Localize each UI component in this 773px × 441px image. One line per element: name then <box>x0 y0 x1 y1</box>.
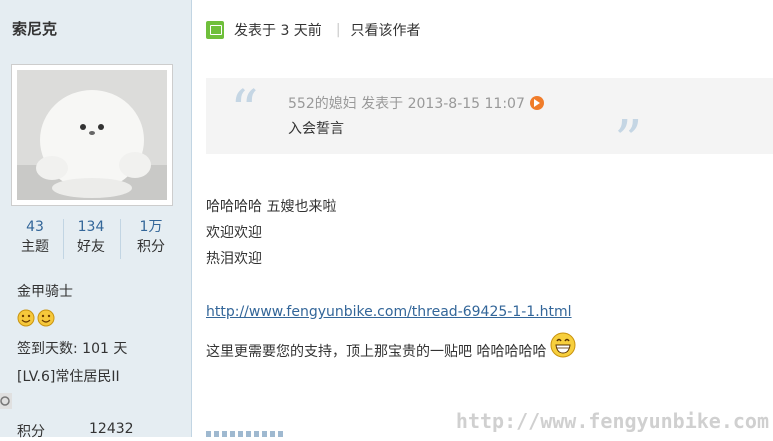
stat-friends[interactable]: 134 好友 <box>66 217 116 257</box>
stat-friends-value: 134 <box>77 219 105 235</box>
checkin-days: 签到天数: 101 天 <box>17 341 128 357</box>
medals <box>17 309 57 331</box>
stat-topics-label: 主题 <box>21 239 49 255</box>
post-line: 欢迎欢迎 <box>206 225 262 241</box>
support-line: 这里更需要您的支持，顶上那宝贵的一贴吧 哈哈哈哈哈 <box>206 332 576 364</box>
header-divider: | <box>335 22 341 38</box>
quote-author-time: 552的媳妇 发表于 2013-8-15 11:07 <box>288 96 525 112</box>
post-line: 哈哈哈哈 五嫂也来啦 <box>206 199 337 215</box>
goto-post-icon[interactable] <box>529 96 544 110</box>
cutoff-link <box>206 431 286 437</box>
quote-text: 入会誓言 <box>288 121 344 137</box>
smiley-medal-icon[interactable] <box>17 309 35 327</box>
quote-meta: 552的媳妇 发表于 2013-8-15 11:07 <box>288 93 544 113</box>
stat-points-label: 积分 <box>137 239 165 255</box>
stat-points[interactable]: 1万 积分 <box>126 217 176 257</box>
open-quote-icon: “ <box>230 79 259 144</box>
stat-divider <box>63 219 64 259</box>
author-stats: 43 主题 134 好友 1万 积分 <box>10 217 165 261</box>
stat-divider <box>120 219 121 259</box>
only-author-link[interactable]: 只看该作者 <box>351 20 421 40</box>
close-quote-icon: ” <box>614 109 643 174</box>
avatar-image <box>17 70 167 200</box>
quote-block: “ ” 552的媳妇 发表于 2013-8-15 11:07 入会誓言 <box>206 78 773 172</box>
stat-friends-label: 好友 <box>77 239 105 255</box>
stat-topics[interactable]: 43 主题 <box>10 217 60 257</box>
points-row: 积分 12432 <box>17 421 167 441</box>
thread-link[interactable]: http://www.fengyunbike.com/thread-69425-… <box>206 304 572 320</box>
post-icon <box>206 21 224 39</box>
points-value: 12432 <box>89 421 134 437</box>
support-text: 这里更需要您的支持，顶上那宝贵的一贴吧 哈哈哈哈哈 <box>206 344 547 360</box>
watermark: http://www.fengyunbike.com <box>455 409 769 433</box>
post-line: 热泪欢迎 <box>206 251 262 267</box>
author-sidebar: 索尼克 43 主题 134 好友 1万 积分 金甲骑士 签到天数: 101 天 … <box>0 0 192 440</box>
user-level[interactable]: [LV.6]常住居民II <box>17 366 120 386</box>
avatar[interactable] <box>11 64 173 206</box>
stat-points-value: 1万 <box>139 219 163 235</box>
stat-topics-value: 43 <box>26 219 44 235</box>
refresh-icon[interactable] <box>0 393 12 409</box>
smiley-medal-icon[interactable] <box>37 309 55 327</box>
author-username[interactable]: 索尼克 <box>12 18 57 39</box>
post-timestamp: 发表于 3 天前 <box>234 23 322 39</box>
points-label: 积分 <box>17 424 45 440</box>
post-header: 发表于 3 天前 | 只看该作者 <box>206 19 421 41</box>
grin-emoji-icon <box>550 332 576 358</box>
rank-title: 金甲骑士 <box>17 284 73 300</box>
